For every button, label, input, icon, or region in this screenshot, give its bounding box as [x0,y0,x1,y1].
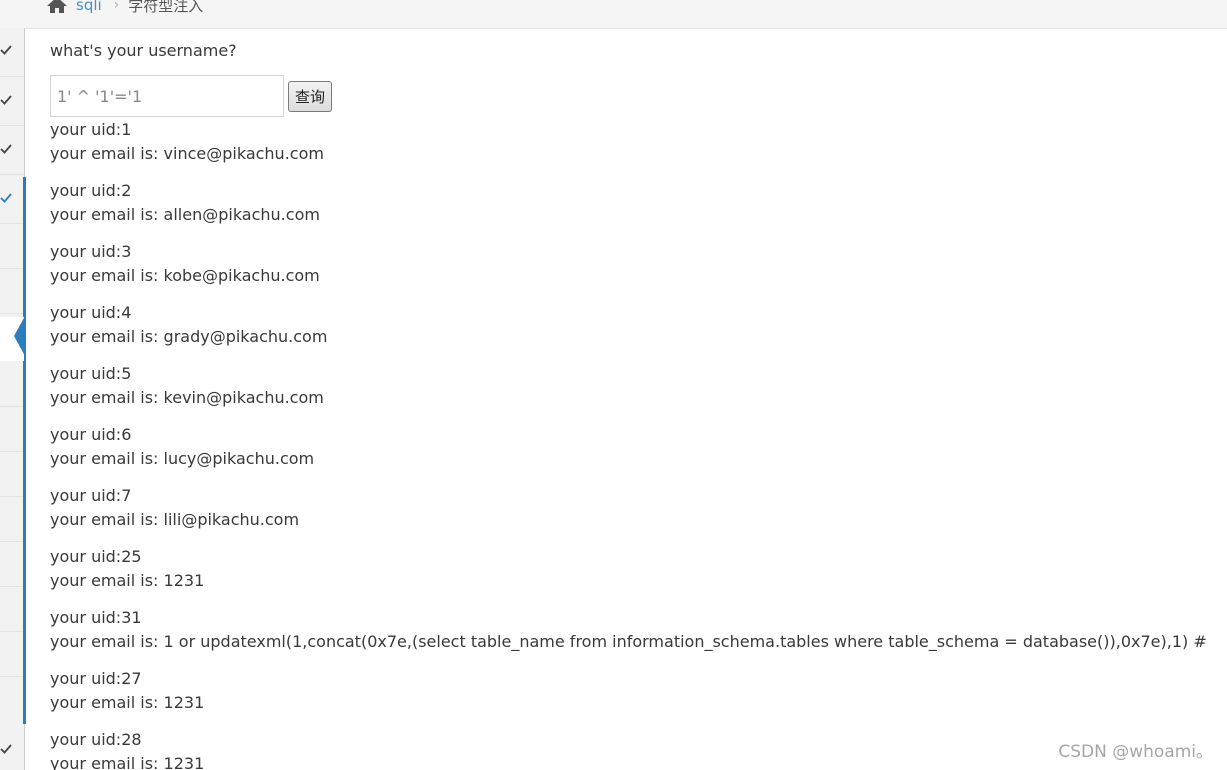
username-input[interactable] [50,75,284,117]
result-email: your email is: kevin@pikachu.com [50,388,324,407]
main-content: what's your username? 查询 your uid:1 your… [50,28,1227,770]
watermark: CSDN @whoami。 [1058,742,1213,762]
list-item: your uid:25 your email is: 1231 [50,545,1207,593]
sidebar-subitem[interactable] [0,224,24,269]
sidebar-item[interactable] [0,175,24,224]
list-item: your uid:6 your email is: lucy@pikachu.c… [50,423,1207,471]
result-email: your email is: 1231 [50,754,205,770]
check-icon [0,95,12,105]
result-uid: your uid:25 [50,547,142,566]
username-question: what's your username? [50,41,237,60]
result-uid: your uid:31 [50,608,142,627]
result-email: your email is: allen@pikachu.com [50,205,320,224]
result-uid: your uid:1 [50,120,132,139]
sidebar-subitem[interactable] [0,407,24,452]
result-uid: your uid:28 [50,730,142,749]
result-uid: your uid:4 [50,303,132,322]
sidebar [0,28,25,770]
breadcrumb-link-sqli[interactable]: sqli [76,0,102,14]
result-email: your email is: lucy@pikachu.com [50,449,315,468]
list-item: your uid:2 your email is: allen@pikachu.… [50,179,1207,227]
query-form: 查询 [50,75,333,117]
result-email: your email is: 1231 [50,571,205,590]
breadcrumb-current: 字符型注入 [128,0,204,15]
results-list: your uid:1 your email is: vince@pikachu.… [50,118,1207,770]
result-email: your email is: grady@pikachu.com [50,327,328,346]
page: sqli › 字符型注入 what's your username? 1' ^ … [0,0,1227,770]
list-item: your uid:27 your email is: 1231 [50,667,1207,715]
sidebar-item[interactable] [0,77,24,126]
chevron-right-icon: › [113,0,120,13]
check-icon [0,193,12,203]
sidebar-subitem[interactable] [0,542,24,587]
result-email: your email is: vince@pikachu.com [50,144,324,163]
sidebar-active-accent [23,177,26,724]
list-item: your uid:28 your email is: 1231 [50,728,1207,770]
result-uid: your uid:2 [50,181,132,200]
sidebar-item[interactable] [0,28,24,77]
home-icon[interactable] [46,0,68,14]
sidebar-subitem[interactable] [0,269,24,314]
result-uid: your uid:3 [50,242,132,261]
sidebar-subitem[interactable] [0,497,24,542]
list-item: your uid:4 your email is: grady@pikachu.… [50,301,1207,349]
result-uid: your uid:7 [50,486,132,505]
list-item: your uid:3 your email is: kobe@pikachu.c… [50,240,1207,288]
check-icon [0,744,12,754]
sidebar-subitem[interactable] [0,632,24,677]
active-indicator-arrow [14,316,25,356]
sidebar-subitem[interactable] [0,362,24,407]
sidebar-subitem[interactable] [0,452,24,497]
sidebar-item[interactable] [0,726,24,770]
breadcrumb-bar: sqli › 字符型注入 [0,0,1227,29]
result-email: your email is: kobe@pikachu.com [50,266,320,285]
list-item: your uid:31 your email is: 1 or updatexm… [50,606,1207,654]
list-item: your uid:1 your email is: vince@pikachu.… [50,118,1207,166]
result-uid: your uid:6 [50,425,132,444]
result-email: your email is: lili@pikachu.com [50,510,300,529]
result-email: your email is: 1231 [50,693,205,712]
query-button[interactable]: 查询 [288,80,333,112]
result-uid: your uid:5 [50,364,132,383]
list-item: your uid:5 your email is: kevin@pikachu.… [50,362,1207,410]
check-icon [0,45,12,55]
sidebar-item[interactable] [0,126,24,175]
result-uid: your uid:27 [50,669,142,688]
list-item: your uid:7 your email is: lili@pikachu.c… [50,484,1207,532]
breadcrumb: sqli › 字符型注入 [46,0,203,19]
check-icon [0,144,12,154]
sidebar-subitem[interactable] [0,587,24,632]
result-email: your email is: 1 or updatexml(1,concat(0… [50,632,1207,651]
